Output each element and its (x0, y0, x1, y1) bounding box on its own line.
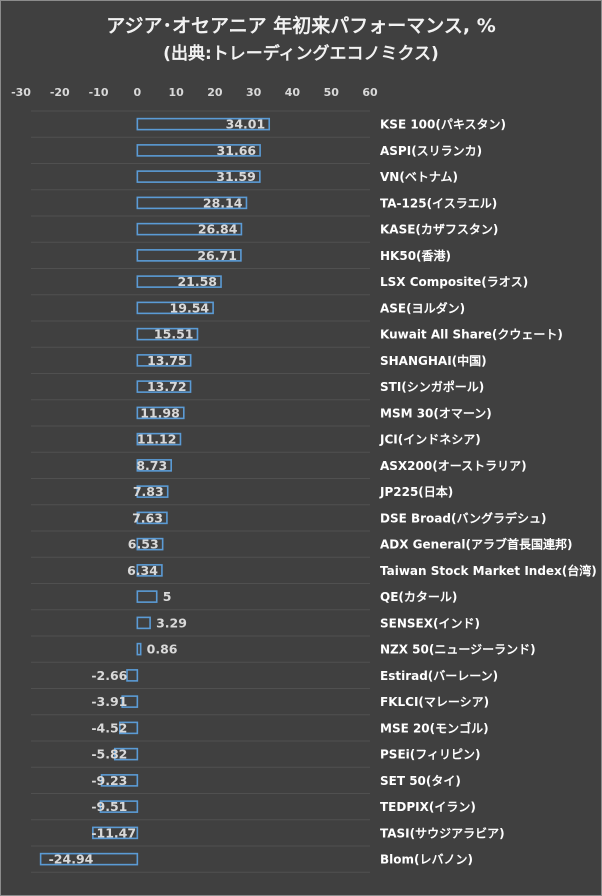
value-label: 5 (163, 589, 172, 604)
value-label: -9.23 (91, 773, 127, 788)
value-label: 31.59 (216, 169, 256, 184)
value-label: -9.51 (91, 799, 127, 814)
category-label: ADX General(アラブ首長国連邦) (380, 537, 572, 552)
category-label: ASX200(オーストラリア) (380, 459, 527, 473)
bar (136, 642, 142, 656)
category-labels-layer: KSE 100(パキスタン) ASPI(スリランカ) VN(ベトナム) TA-125(… (379, 118, 597, 867)
x-tick-label: -10 (89, 86, 109, 99)
category-label: ASE(ヨルダン) (380, 300, 465, 315)
value-label: -24.94 (49, 852, 94, 867)
category-label: Kuwait All Share(クウェート) (380, 328, 563, 342)
x-tick-label: 40 (285, 86, 301, 99)
value-label: 15.51 (154, 327, 194, 342)
category-label: VN(ベトナム) (380, 170, 458, 184)
bar (136, 616, 151, 630)
value-label: 8.73 (136, 458, 167, 473)
value-label: -5.82 (91, 747, 127, 762)
category-label: Blom(レバノン) (380, 853, 473, 867)
category-label: KSE 100(パキスタン) (380, 118, 506, 132)
value-label: 31.66 (217, 143, 257, 158)
chart-container: アジア･オセアニア 年初来パフォーマンス, % (出典:トレーディングエコノミク… (0, 0, 602, 896)
category-label: QE(カタール) (380, 590, 457, 604)
x-tick-label: 50 (324, 86, 340, 99)
category-label: DSE Broad(バングラデシュ) (380, 510, 547, 525)
value-label: -2.66 (91, 668, 127, 683)
value-label: 6.34 (127, 563, 158, 578)
category-label: SET 50(タイ) (380, 774, 461, 788)
category-label: PSEi(フィリピン) (380, 748, 480, 762)
value-label: 6.53 (128, 537, 159, 552)
value-label: 34.01 (226, 117, 266, 132)
category-label: Estirad(バーレーン) (380, 669, 498, 683)
category-label: MSM 30(オマーン) (380, 406, 492, 420)
x-tick-label: 0 (134, 86, 142, 99)
bar-chart-plot: -30 -20 -10 0 10 20 30 40 50 60 34.01 31.66 31.59 28… (11, 86, 597, 873)
value-label: 7.63 (132, 510, 163, 525)
bar (126, 669, 139, 682)
category-label: Taiwan Stock Market Index(台湾) (380, 563, 597, 578)
category-label: TA-125(イスラエル) (380, 196, 497, 210)
category-label: HK50(香港) (380, 248, 451, 263)
category-label: JP225(日本) (379, 484, 453, 499)
category-label: KASE(カザフスタン) (380, 223, 498, 237)
value-label: 19.54 (170, 300, 210, 315)
category-label: SHANGHAI(中国) (380, 353, 487, 368)
x-tick-label: -20 (50, 86, 70, 99)
value-label: 11.98 (140, 405, 180, 420)
category-label: LSX Composite(ラオス) (380, 275, 528, 289)
value-label: 11.12 (137, 432, 177, 447)
value-label: 26.71 (197, 248, 237, 263)
value-label: 26.84 (198, 222, 238, 237)
value-label: 13.75 (147, 353, 187, 368)
category-label: NZX 50(ニュージーランド) (380, 643, 536, 657)
category-label: ASPI(スリランカ) (380, 144, 482, 158)
x-tick-label: -30 (11, 86, 31, 99)
category-label: STI(シンガポール) (380, 379, 484, 394)
x-tick-label: 30 (246, 86, 262, 99)
category-label: FKLCI(マレーシア) (380, 695, 489, 709)
value-label: -11.47 (91, 825, 136, 840)
category-label: SENSEX(インド) (380, 616, 480, 630)
value-label: 13.72 (147, 379, 187, 394)
bar (136, 590, 158, 603)
category-label: JCI(インドネシア) (379, 433, 481, 447)
value-label: -3.91 (91, 694, 127, 709)
value-label: 21.58 (177, 274, 217, 289)
category-label: TEDPIX(イラン) (380, 800, 476, 814)
category-label: MSE 20(モンゴル) (380, 720, 489, 735)
value-label: 7.83 (133, 484, 164, 499)
value-label: 3.29 (156, 615, 187, 630)
x-tick-label: 20 (207, 86, 223, 99)
value-label: 0.86 (147, 642, 178, 657)
x-tick-label: 10 (168, 86, 184, 99)
value-label: -4.52 (91, 720, 127, 735)
value-label: 28.14 (203, 195, 243, 210)
category-label: TASI(サウジアラビア) (380, 825, 505, 840)
x-axis-ticks: -30 -20 -10 0 10 20 30 40 50 60 (11, 86, 378, 99)
x-tick-label: 60 (362, 86, 378, 99)
